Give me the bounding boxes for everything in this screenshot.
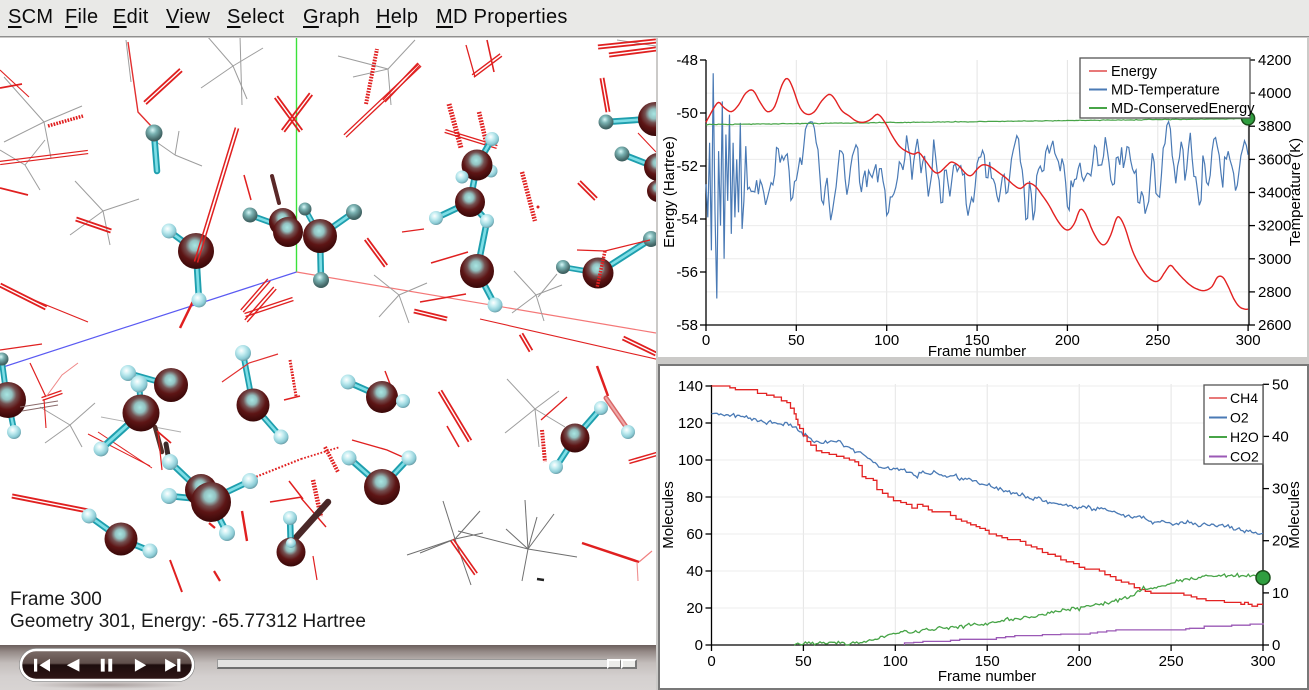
svg-text:140: 140 [678,378,703,395]
svg-text:-58: -58 [676,317,698,334]
svg-text:-54: -54 [676,211,698,228]
svg-text:60: 60 [686,526,703,543]
svg-text:0: 0 [1272,637,1280,654]
svg-text:2600: 2600 [1258,317,1291,334]
svg-text:50: 50 [795,653,812,670]
svg-text:Molecules: Molecules [660,481,677,549]
svg-text:10: 10 [1272,585,1289,602]
svg-text:0: 0 [702,332,710,349]
svg-text:100: 100 [678,452,703,469]
svg-text:40: 40 [686,563,703,580]
svg-text:80: 80 [686,489,703,506]
svg-text:CO2: CO2 [1230,449,1259,465]
svg-text:3000: 3000 [1258,251,1291,268]
svg-text:200: 200 [1067,653,1092,670]
svg-text:Energy (Hartree): Energy (Hartree) [661,136,678,248]
svg-text:200: 200 [1055,332,1080,349]
svg-text:2800: 2800 [1258,284,1291,301]
svg-text:50: 50 [1272,376,1289,393]
svg-text:Frame number: Frame number [938,668,1036,685]
svg-text:4200: 4200 [1258,52,1291,69]
svg-text:300: 300 [1250,653,1275,670]
svg-text:250: 250 [1145,332,1170,349]
svg-text:50: 50 [788,332,805,349]
svg-text:0: 0 [707,653,715,670]
svg-text:Temperature (K): Temperature (K) [1287,138,1304,246]
svg-text:250: 250 [1159,653,1184,670]
svg-text:-56: -56 [676,264,698,281]
svg-text:MD-ConservedEnergy: MD-ConservedEnergy [1111,101,1255,117]
svg-text:Energy: Energy [1111,64,1158,80]
svg-text:-52: -52 [676,158,698,175]
svg-text:-50: -50 [676,105,698,122]
svg-text:4000: 4000 [1258,85,1291,102]
svg-text:3800: 3800 [1258,118,1291,135]
svg-text:CH4: CH4 [1230,390,1258,406]
svg-text:O2: O2 [1230,410,1249,426]
svg-text:MD-Temperature: MD-Temperature [1111,83,1220,99]
svg-text:H2O: H2O [1230,429,1259,445]
svg-text:100: 100 [883,653,908,670]
svg-text:20: 20 [686,600,703,617]
svg-text:100: 100 [874,332,899,349]
svg-text:0: 0 [695,637,703,654]
svg-text:-48: -48 [676,52,698,69]
svg-text:120: 120 [678,415,703,432]
svg-text:Molecules: Molecules [1286,481,1303,549]
svg-text:40: 40 [1272,428,1289,445]
svg-text:Frame number: Frame number [928,343,1026,360]
svg-text:300: 300 [1236,332,1261,349]
